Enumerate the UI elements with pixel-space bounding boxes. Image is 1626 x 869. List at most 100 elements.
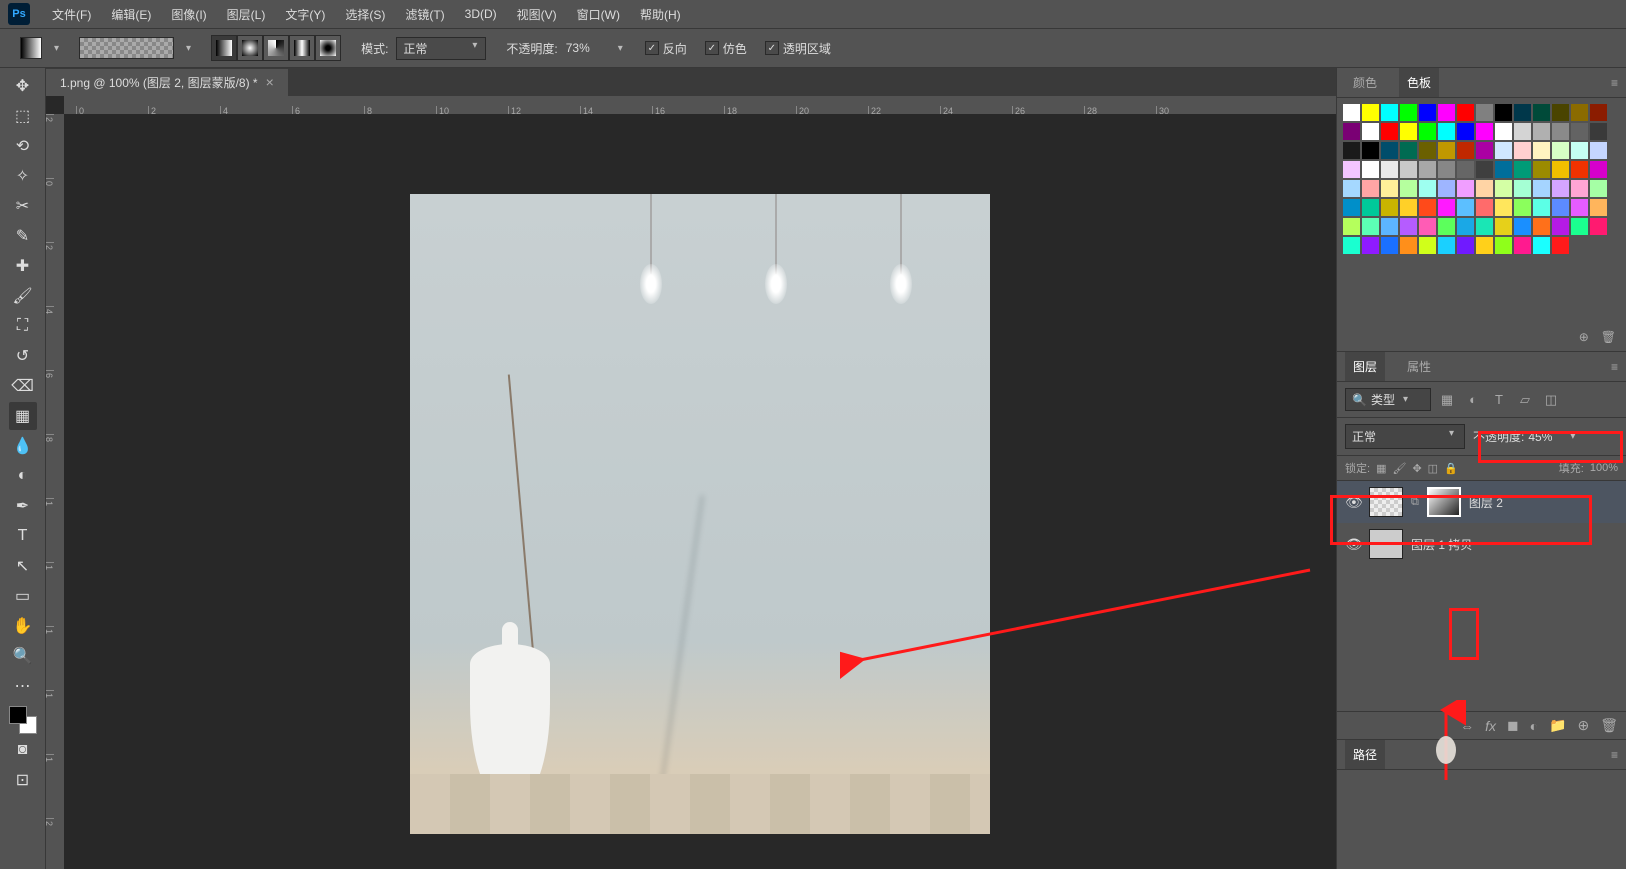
swatch[interactable] xyxy=(1552,161,1569,178)
swatch[interactable] xyxy=(1571,180,1588,197)
swatch[interactable] xyxy=(1362,161,1379,178)
swatch[interactable] xyxy=(1533,104,1550,121)
swatch[interactable] xyxy=(1362,104,1379,121)
swatch[interactable] xyxy=(1400,161,1417,178)
shape-tool[interactable]: ▭ xyxy=(9,582,37,610)
swatch[interactable] xyxy=(1476,123,1493,140)
panel-menu-icon[interactable]: ≡ xyxy=(1611,76,1618,90)
layer-blend-dropdown[interactable]: 正常▾ xyxy=(1345,424,1465,449)
filter-adjust-icon[interactable]: ◐ xyxy=(1463,391,1483,409)
lock-transparent-icon[interactable]: ▦ xyxy=(1376,462,1386,475)
swatch[interactable] xyxy=(1419,161,1436,178)
swatch[interactable] xyxy=(1400,123,1417,140)
swatch[interactable] xyxy=(1571,123,1588,140)
swatch[interactable] xyxy=(1476,104,1493,121)
swatch[interactable] xyxy=(1514,142,1531,159)
swatch[interactable] xyxy=(1495,104,1512,121)
paths-panel-tab[interactable]: 路径 xyxy=(1345,740,1385,769)
swatch[interactable] xyxy=(1476,142,1493,159)
swatch[interactable] xyxy=(1590,123,1607,140)
gradient-preview-icon[interactable] xyxy=(20,37,42,59)
reverse-checkbox[interactable]: 反向 xyxy=(645,40,687,57)
swatch[interactable] xyxy=(1343,161,1360,178)
swatch[interactable] xyxy=(1419,123,1436,140)
swatch[interactable] xyxy=(1438,180,1455,197)
swatch[interactable] xyxy=(1381,199,1398,216)
swatch[interactable] xyxy=(1381,142,1398,159)
swatch[interactable] xyxy=(1571,218,1588,235)
swatch[interactable] xyxy=(1362,218,1379,235)
swatch[interactable] xyxy=(1476,237,1493,254)
path-selection-tool[interactable]: ↖ xyxy=(9,552,37,580)
swatches-panel-tab[interactable]: 色板 xyxy=(1399,68,1439,97)
horizontal-ruler[interactable]: 024681012141618202224262830 xyxy=(64,96,1336,114)
canvas-viewport[interactable] xyxy=(64,114,1336,869)
swatch[interactable] xyxy=(1438,237,1455,254)
move-tool[interactable]: ✥ xyxy=(9,72,37,100)
layer-thumbnail[interactable] xyxy=(1369,487,1403,517)
layer-filter-dropdown[interactable]: 🔍 类型 ▾ xyxy=(1345,388,1431,411)
lasso-tool[interactable]: ⟲ xyxy=(9,132,37,160)
swatch[interactable] xyxy=(1552,199,1569,216)
swatch[interactable] xyxy=(1362,180,1379,197)
swatch[interactable] xyxy=(1343,180,1360,197)
swatch[interactable] xyxy=(1590,218,1607,235)
swatch[interactable] xyxy=(1514,123,1531,140)
gradient-tool[interactable]: ▦ xyxy=(9,402,37,430)
menu-select[interactable]: 选择(S) xyxy=(335,2,395,27)
panel-menu-icon[interactable]: ≡ xyxy=(1611,748,1618,762)
swatch[interactable] xyxy=(1400,199,1417,216)
layer-name[interactable]: 图层 2 xyxy=(1469,494,1618,511)
vertical-ruler[interactable]: 202468111112 xyxy=(46,114,64,869)
mask-thumbnail[interactable] xyxy=(1427,487,1461,517)
swatch[interactable] xyxy=(1457,199,1474,216)
visibility-icon[interactable]: 👁 xyxy=(1345,494,1361,511)
swatch[interactable] xyxy=(1381,104,1398,121)
swatch[interactable] xyxy=(1400,142,1417,159)
swatch[interactable] xyxy=(1343,199,1360,216)
swatch[interactable] xyxy=(1457,180,1474,197)
foreground-background-colors[interactable] xyxy=(9,706,37,734)
chevron-down-icon[interactable]: ▾ xyxy=(50,43,63,54)
menu-image[interactable]: 图像(I) xyxy=(161,2,216,27)
swatch[interactable] xyxy=(1362,142,1379,159)
gradient-linear-button[interactable] xyxy=(211,35,237,61)
menu-view[interactable]: 视图(V) xyxy=(507,2,567,27)
swatch[interactable] xyxy=(1400,104,1417,121)
swatch[interactable] xyxy=(1514,199,1531,216)
layer-name[interactable]: 图层 1 拷贝 xyxy=(1411,536,1618,553)
hand-tool[interactable]: ✋ xyxy=(9,612,37,640)
close-icon[interactable]: × xyxy=(266,74,274,90)
layer-row[interactable]: 👁 图层 1 拷贝 xyxy=(1337,523,1626,565)
swatch[interactable] xyxy=(1362,237,1379,254)
swatch[interactable] xyxy=(1590,180,1607,197)
menu-edit[interactable]: 编辑(E) xyxy=(101,2,161,27)
stamp-tool[interactable]: ⛶ xyxy=(9,312,37,340)
delete-layer-icon[interactable]: 🗑 xyxy=(1600,717,1618,734)
swatch[interactable] xyxy=(1533,123,1550,140)
filter-type-icon[interactable]: T xyxy=(1489,391,1509,409)
swatch[interactable] xyxy=(1533,199,1550,216)
new-swatch-icon[interactable]: ⊕ xyxy=(1579,330,1589,344)
delete-swatch-icon[interactable]: 🗑 xyxy=(1601,330,1616,344)
swatch[interactable] xyxy=(1476,199,1493,216)
layer-group-icon[interactable]: 📁 xyxy=(1549,717,1566,734)
swatch[interactable] xyxy=(1381,237,1398,254)
adjustment-layer-icon[interactable]: ◐ xyxy=(1530,718,1538,734)
swatch[interactable] xyxy=(1533,180,1550,197)
properties-panel-tab[interactable]: 属性 xyxy=(1399,352,1439,381)
swatch[interactable] xyxy=(1457,123,1474,140)
swatch[interactable] xyxy=(1381,161,1398,178)
swatch[interactable] xyxy=(1438,218,1455,235)
swatch[interactable] xyxy=(1400,180,1417,197)
swatch[interactable] xyxy=(1343,142,1360,159)
layer-thumbnail[interactable] xyxy=(1369,529,1403,559)
document-tab[interactable]: 1.png @ 100% (图层 2, 图层蒙版/8) * × xyxy=(46,69,288,96)
swatch[interactable] xyxy=(1552,237,1569,254)
layers-panel-tab[interactable]: 图层 xyxy=(1345,352,1385,381)
swatch[interactable] xyxy=(1590,104,1607,121)
type-tool[interactable]: T xyxy=(9,522,37,550)
transparency-checkbox[interactable]: 透明区域 xyxy=(765,40,831,57)
swatch[interactable] xyxy=(1533,161,1550,178)
color-panel-tab[interactable]: 颜色 xyxy=(1345,68,1385,97)
